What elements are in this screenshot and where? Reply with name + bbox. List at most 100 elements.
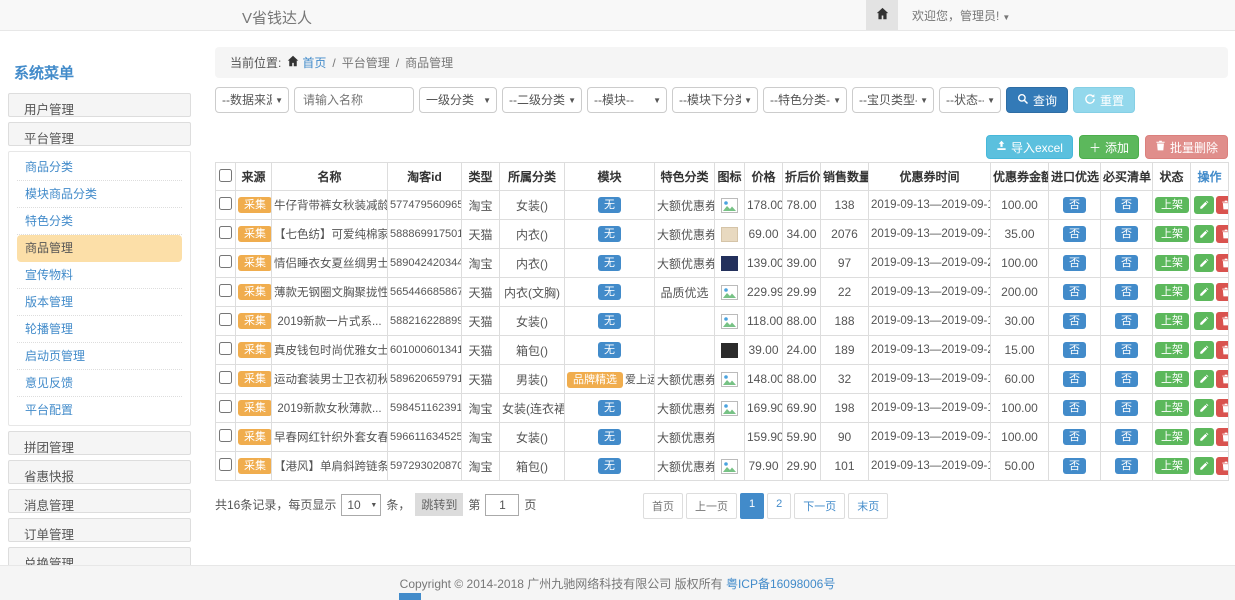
edit-button[interactable] <box>1194 370 1214 388</box>
status-badge[interactable]: 上架 <box>1155 313 1189 329</box>
filter-input-name[interactable] <box>294 87 414 113</box>
must-buy-toggle[interactable]: 否 <box>1115 226 1138 242</box>
row-checkbox[interactable] <box>219 197 232 210</box>
filter-select-level1-category[interactable]: 一级分类 <box>420 88 496 112</box>
status-badge[interactable]: 上架 <box>1155 458 1189 474</box>
import-select-toggle[interactable]: 否 <box>1063 255 1086 271</box>
sidebar-section-saving-news[interactable]: 省惠快报 <box>8 460 191 484</box>
add-button[interactable]: ＋ 添加 <box>1079 135 1139 159</box>
delete-button[interactable] <box>1216 196 1229 214</box>
per-page-select[interactable]: 10 <box>342 495 380 515</box>
edit-button[interactable] <box>1194 457 1214 475</box>
import-select-toggle[interactable]: 否 <box>1063 371 1086 387</box>
edit-button[interactable] <box>1194 341 1214 359</box>
must-buy-toggle[interactable]: 否 <box>1115 400 1138 416</box>
sidebar-section-message-management[interactable]: 消息管理 <box>8 489 191 513</box>
home-button[interactable] <box>866 0 898 30</box>
sidebar-item-module-goods-category[interactable]: 模块商品分类 <box>17 181 182 208</box>
delete-button[interactable] <box>1216 457 1229 475</box>
import-select-toggle[interactable]: 否 <box>1063 342 1086 358</box>
page-number-input[interactable] <box>485 494 519 516</box>
row-checkbox[interactable] <box>219 313 232 326</box>
delete-button[interactable] <box>1216 428 1229 446</box>
batch-delete-button[interactable]: 批量删除 <box>1145 135 1228 159</box>
row-checkbox[interactable] <box>219 284 232 297</box>
delete-button[interactable] <box>1216 370 1229 388</box>
sidebar-section-order-management[interactable]: 订单管理 <box>8 518 191 542</box>
row-checkbox[interactable] <box>219 371 232 384</box>
sidebar-section-exchange-management[interactable]: 兑换管理 <box>8 547 191 566</box>
pager-button[interactable]: 2 <box>767 493 791 519</box>
pager-button[interactable]: 上一页 <box>686 493 737 519</box>
query-button[interactable]: 查询 <box>1006 87 1068 113</box>
status-badge[interactable]: 上架 <box>1155 255 1189 271</box>
sidebar-section-platform-management[interactable]: 平台管理 <box>8 122 191 146</box>
must-buy-toggle[interactable]: 否 <box>1115 371 1138 387</box>
import-select-toggle[interactable]: 否 <box>1063 429 1086 445</box>
edit-button[interactable] <box>1194 196 1214 214</box>
status-badge[interactable]: 上架 <box>1155 400 1189 416</box>
delete-button[interactable] <box>1216 399 1229 417</box>
reset-button[interactable]: 重置 <box>1073 87 1135 113</box>
icp-link[interactable]: 粤ICP备16098006号 <box>726 575 835 592</box>
select-all-checkbox[interactable] <box>219 169 232 182</box>
row-checkbox[interactable] <box>219 429 232 442</box>
sidebar-item-promo-material[interactable]: 宣传物料 <box>17 262 182 289</box>
must-buy-toggle[interactable]: 否 <box>1115 255 1138 271</box>
status-badge[interactable]: 上架 <box>1155 284 1189 300</box>
import-select-toggle[interactable]: 否 <box>1063 197 1086 213</box>
delete-button[interactable] <box>1216 254 1229 272</box>
sidebar-item-version-management[interactable]: 版本管理 <box>17 289 182 316</box>
row-checkbox[interactable] <box>219 400 232 413</box>
sidebar-section-group-buy-management[interactable]: 拼团管理 <box>8 431 191 455</box>
import-select-toggle[interactable]: 否 <box>1063 284 1086 300</box>
status-badge[interactable]: 上架 <box>1155 197 1189 213</box>
import-select-toggle[interactable]: 否 <box>1063 313 1086 329</box>
must-buy-toggle[interactable]: 否 <box>1115 197 1138 213</box>
edit-button[interactable] <box>1194 225 1214 243</box>
filter-select-data-source[interactable]: --数据来源-- <box>216 88 288 112</box>
sidebar-item-platform-config[interactable]: 平台配置 <box>17 397 182 423</box>
edit-button[interactable] <box>1194 283 1214 301</box>
import-select-toggle[interactable]: 否 <box>1063 226 1086 242</box>
sidebar-item-carousel-management[interactable]: 轮播管理 <box>17 316 182 343</box>
edit-button[interactable] <box>1194 399 1214 417</box>
filter-select-level2-category[interactable]: --二级分类-- <box>503 88 581 112</box>
status-badge[interactable]: 上架 <box>1155 371 1189 387</box>
import-select-toggle[interactable]: 否 <box>1063 458 1086 474</box>
filter-select-item-type[interactable]: --宝贝类型-- <box>853 88 933 112</box>
edit-button[interactable] <box>1194 428 1214 446</box>
row-checkbox[interactable] <box>219 226 232 239</box>
import-excel-button[interactable]: 导入excel <box>986 135 1073 159</box>
row-checkbox[interactable] <box>219 255 232 268</box>
status-badge[interactable]: 上架 <box>1155 429 1189 445</box>
pager-button[interactable]: 下一页 <box>794 493 845 519</box>
must-buy-toggle[interactable]: 否 <box>1115 458 1138 474</box>
delete-button[interactable] <box>1216 312 1229 330</box>
edit-button[interactable] <box>1194 312 1214 330</box>
delete-button[interactable] <box>1216 283 1229 301</box>
filter-select-status[interactable]: --状态-- <box>940 88 1000 112</box>
jump-button[interactable]: 跳转到 <box>415 493 463 516</box>
pager-button[interactable]: 首页 <box>643 493 683 519</box>
filter-select-feature-category[interactable]: --特色分类-- <box>764 88 846 112</box>
row-checkbox[interactable] <box>219 342 232 355</box>
must-buy-toggle[interactable]: 否 <box>1115 284 1138 300</box>
row-checkbox[interactable] <box>219 458 232 471</box>
status-badge[interactable]: 上架 <box>1155 342 1189 358</box>
sidebar-item-goods-category[interactable]: 商品分类 <box>17 154 182 181</box>
status-badge[interactable]: 上架 <box>1155 226 1189 242</box>
must-buy-toggle[interactable]: 否 <box>1115 342 1138 358</box>
pager-current-page[interactable]: 1 <box>740 493 764 519</box>
sidebar-item-goods-management[interactable]: 商品管理 <box>17 235 182 262</box>
delete-button[interactable] <box>1216 341 1229 359</box>
filter-select-module-subcategory[interactable]: --模块下分类-- <box>673 88 757 112</box>
must-buy-toggle[interactable]: 否 <box>1115 313 1138 329</box>
sidebar-item-splash-management[interactable]: 启动页管理 <box>17 343 182 370</box>
import-select-toggle[interactable]: 否 <box>1063 400 1086 416</box>
must-buy-toggle[interactable]: 否 <box>1115 429 1138 445</box>
filter-select-module[interactable]: --模块-- <box>588 88 666 112</box>
sidebar-item-feedback[interactable]: 意见反馈 <box>17 370 182 397</box>
user-menu[interactable]: 欢迎您，管理员!▼ <box>912 7 1010 24</box>
pager-button[interactable]: 末页 <box>848 493 888 519</box>
